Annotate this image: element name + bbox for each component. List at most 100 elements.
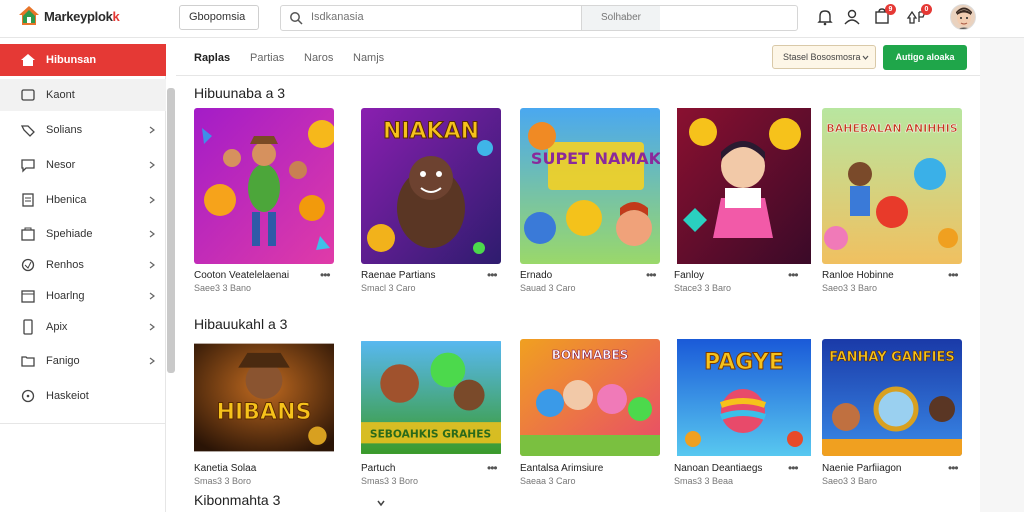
sidebar-item-apix[interactable]: Apix [0,311,166,343]
more-options-icon[interactable]: ••• [788,461,799,475]
search-button[interactable]: Solhaber [581,6,660,30]
chevron-down-icon [862,55,869,60]
sidebar-item-label: Hoarlng [46,290,85,302]
sort-dropdown-label: Stasel Bososmosra [783,52,861,62]
sidebar-item-renhos[interactable]: Renhos [0,249,166,281]
game-subtitle: Smas3 3 Boro [194,476,252,486]
sidebar-item-label: Hibunsan [46,54,97,66]
sidebar-item-label: Spehiade [46,228,93,240]
tab-partias[interactable]: Partias [250,52,284,64]
game-thumbnail[interactable]: SUPET NAMAK [520,108,660,264]
game-title[interactable]: Partuch [361,463,395,474]
box-icon [21,227,35,241]
phone-icon [23,319,33,335]
notifications-button[interactable]: 0 [906,4,932,26]
more-options-icon[interactable]: ••• [788,268,799,282]
sidebar-item-hbenica[interactable]: Hbenica [0,184,166,216]
tab-naros[interactable]: Naros [304,52,333,64]
game-thumbnail[interactable]: SEBOAHKIS GRAHES [361,339,501,456]
right-gutter [980,38,1024,512]
category-select[interactable]: Gbopomsia [179,5,259,30]
game-title[interactable]: Naenie Parfiiagon [822,463,902,474]
sidebar-item-nesor[interactable]: Nesor [0,149,166,181]
brand-logo[interactable]: Markeyplokk [18,5,120,27]
notifications-badge: 0 [921,4,932,15]
chevron-right-icon [149,357,155,365]
chat-icon [21,159,35,173]
thumbnail-title: BAHEBALAN ANIHHIS [826,122,957,135]
sidebar-item-label: Fanigo [46,355,80,367]
sidebar: Hibunsan Kaont Solians Nesor Hbenica Spe… [0,44,166,512]
user-icon[interactable] [843,8,861,26]
game-thumbnail[interactable]: HIBANS [194,339,334,456]
game-thumbnail[interactable]: BAHEBALAN ANIHHIS [822,108,962,264]
sidebar-item-home[interactable]: Hibunsan [0,44,166,76]
sidebar-scrollbar[interactable] [167,88,175,373]
thumbnail-title: HIBANS [216,399,311,425]
game-subtitle: Smas3 3 Boro [361,476,419,486]
chevron-right-icon [149,161,155,169]
game-title[interactable]: Ernado [520,270,552,281]
chevron-right-icon [149,196,155,204]
sidebar-item-hoarlng[interactable]: Hoarlng [0,280,166,312]
thumbnail-title: NIAKAN [383,119,479,144]
sidebar-item-label: Haskeiot [46,390,89,402]
section-title: Hibauukahl a 3 [194,316,288,332]
more-options-icon[interactable]: ••• [948,268,959,282]
tab-raplas[interactable]: Raplas [194,52,230,64]
more-options-icon[interactable]: ••• [320,268,331,282]
game-subtitle: Smas3 3 Beaa [674,476,734,486]
game-subtitle: Stace3 3 Baro [674,283,732,293]
brand-accent: k [112,8,120,24]
thumbnail-title: FANHAY GANFIES [829,350,955,365]
game-thumbnail[interactable]: PAGYE [674,339,814,456]
thumbnail-title: SUPET NAMAK [531,149,660,168]
game-thumbnail[interactable] [674,108,814,264]
game-thumbnail[interactable]: BONMABES [520,339,660,456]
tab-namjs[interactable]: Namjs [353,52,384,64]
more-options-icon[interactable]: ••• [646,268,657,282]
sidebar-item-solians[interactable]: Solians [0,114,166,146]
game-subtitle: Saeo3 3 Baro [822,476,878,486]
game-title[interactable]: Raenae Partians [361,270,436,281]
home-icon [21,54,35,66]
sidebar-item-spehiade[interactable]: Spehiade [0,218,166,250]
game-title[interactable]: Fanloy [674,270,704,281]
more-options-icon[interactable]: ••• [487,461,498,475]
calendar-icon [21,290,35,303]
game-thumbnail[interactable]: NIAKAN [361,108,501,264]
chevron-right-icon [149,292,155,300]
game-subtitle: Saeaa 3 Caro [520,476,576,486]
game-title[interactable]: Eantalsa Arimsiure [520,463,603,474]
game-thumbnail[interactable] [194,108,334,264]
sidebar-item-label: Apix [46,321,68,333]
house-logo-icon [19,6,39,25]
search-bar: Solhaber [280,5,798,31]
bell-icon[interactable] [816,8,834,26]
game-title[interactable]: Cooton Veatelelaenai [194,270,289,281]
sidebar-item-fanigo[interactable]: Fanigo [0,345,166,377]
game-title[interactable]: Nanoan Deantiaegs [674,463,762,474]
sidebar-item-recent[interactable]: Kaont [0,79,166,111]
sort-dropdown[interactable]: Stasel Bososmosra [772,45,876,69]
game-thumbnail[interactable]: FANHAY GANFIES [822,339,962,456]
more-options-icon[interactable]: ••• [948,461,959,475]
thumbnail-title: SEBOAHKIS GRAHES [370,428,491,441]
game-subtitle: Sauad 3 Caro [520,283,576,293]
primary-action-button[interactable]: Autigo aloaka [883,45,967,70]
cart-button[interactable]: 9 [873,4,896,26]
section-title: Hibuunaba a 3 [194,85,286,101]
more-options-icon[interactable]: ••• [487,268,498,282]
avatar-face-icon [951,5,975,29]
game-subtitle: Saeo3 3 Baro [822,283,878,293]
chevron-down-icon[interactable] [376,498,386,508]
game-title[interactable]: Kanetia Solaa [194,463,256,474]
game-title[interactable]: Ranloe Hobinne [822,270,894,281]
section-title: Kibonmahta 3 [194,492,281,508]
search-input[interactable] [311,11,551,23]
chevron-right-icon [149,126,155,134]
sidebar-item-haskeiot[interactable]: Haskeiot [0,380,166,412]
top-bar: Markeyplokk Gbopomsia Solhaber 9 0 [0,0,1024,38]
chevron-right-icon [149,323,155,331]
avatar[interactable] [950,4,976,30]
